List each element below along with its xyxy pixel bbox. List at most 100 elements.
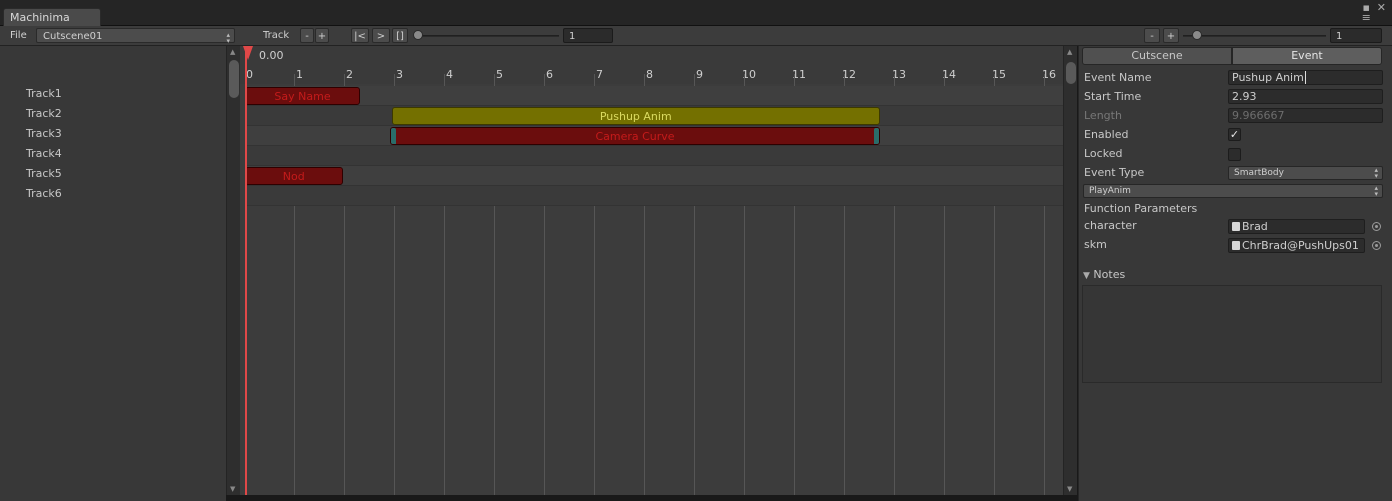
enabled-checkbox[interactable]: ✓ bbox=[1228, 128, 1241, 141]
clip-label: Camera Curve bbox=[595, 130, 675, 143]
timeline-track-row[interactable] bbox=[246, 146, 1063, 166]
notes-foldout[interactable]: ▼ Notes bbox=[1083, 268, 1125, 281]
timeline-track-row[interactable] bbox=[246, 86, 1063, 106]
event-type-label: Event Type bbox=[1084, 166, 1145, 179]
select-arrows-icon: ▴ ▾ bbox=[226, 31, 230, 45]
cutscene-select-value: Cutscene01 bbox=[43, 31, 103, 42]
select-arrows-icon: ▴ ▾ bbox=[1374, 166, 1378, 180]
select-arrows-icon: ▴ ▾ bbox=[1374, 184, 1378, 198]
tab-cutscene[interactable]: Cutscene bbox=[1082, 47, 1232, 65]
timeline-scrollbar[interactable]: ▲ ▼ bbox=[1063, 46, 1077, 495]
timeline[interactable]: 0 1 2 3 4 5 6 7 8 9 10 11 12 13 14 15 16 Say Name Pushup … bbox=[240, 46, 1063, 495]
timeline-event-clip[interactable]: Nod bbox=[245, 167, 343, 185]
asset-icon bbox=[1232, 241, 1240, 250]
skm-field[interactable]: ChrBrad@PushUps01 bbox=[1228, 238, 1365, 253]
window-titlebar: Machinima ▪ ≡ ✕ bbox=[0, 0, 1392, 26]
time-tick-label: 8 bbox=[646, 68, 653, 81]
event-name-value: Pushup Anim bbox=[1232, 71, 1304, 84]
notes-label: Notes bbox=[1093, 268, 1126, 281]
window-controls: ▪ ≡ ✕ bbox=[1362, 2, 1386, 23]
track-scrollbar[interactable]: ▲ ▼ bbox=[226, 46, 240, 495]
timeline-event-clip[interactable]: Pushup Anim bbox=[391, 107, 880, 125]
zoom-slider-knob[interactable] bbox=[1192, 30, 1202, 40]
function-select[interactable]: PlayAnim ▴ ▾ bbox=[1083, 184, 1383, 198]
scroll-up-icon[interactable]: ▲ bbox=[230, 48, 235, 56]
scroll-down-icon[interactable]: ▼ bbox=[1067, 485, 1072, 493]
speed-slider-knob[interactable] bbox=[413, 30, 423, 40]
locked-label: Locked bbox=[1084, 147, 1123, 160]
length-label: Length bbox=[1084, 109, 1122, 122]
timeline-scrollbar-thumb[interactable] bbox=[1066, 62, 1076, 84]
timeline-event-clip[interactable]: Camera Curve bbox=[390, 127, 880, 145]
time-tick-label: 6 bbox=[546, 68, 553, 81]
window-tab[interactable]: Machinima bbox=[3, 8, 101, 26]
stop-button[interactable]: [] bbox=[392, 28, 408, 43]
track-label[interactable]: Track1 bbox=[26, 87, 62, 100]
timeline-track-row[interactable] bbox=[246, 186, 1063, 206]
track-label[interactable]: Track3 bbox=[26, 127, 62, 140]
speed-slider[interactable] bbox=[414, 35, 559, 37]
file-menu[interactable]: File bbox=[10, 28, 27, 43]
time-tick-label: 2 bbox=[346, 68, 353, 81]
time-tick-label: 1 bbox=[296, 68, 303, 81]
start-time-label: Start Time bbox=[1084, 90, 1142, 103]
tab-event[interactable]: Event bbox=[1232, 47, 1382, 65]
track-label[interactable]: Track4 bbox=[26, 147, 62, 160]
event-type-select[interactable]: SmartBody ▴ ▾ bbox=[1228, 166, 1383, 180]
playhead[interactable] bbox=[245, 46, 247, 495]
track-scrollbar-thumb[interactable] bbox=[229, 60, 239, 98]
zoom-slider[interactable] bbox=[1183, 35, 1326, 37]
foldout-triangle-icon: ▼ bbox=[1083, 271, 1090, 281]
time-tick-label: 3 bbox=[396, 68, 403, 81]
close-icon[interactable]: ✕ bbox=[1377, 2, 1386, 23]
playhead-marker-icon[interactable] bbox=[243, 46, 253, 60]
clip-resize-handle[interactable] bbox=[391, 128, 396, 144]
scroll-up-icon[interactable]: ▲ bbox=[1067, 48, 1072, 56]
inspector-tabs: Cutscene Event bbox=[1082, 47, 1382, 65]
time-tick-label: 5 bbox=[496, 68, 503, 81]
clip-resize-handle[interactable] bbox=[874, 128, 879, 144]
text-cursor bbox=[1304, 71, 1306, 84]
track-label: Track bbox=[263, 30, 290, 41]
function-params-label: Function Parameters bbox=[1084, 202, 1198, 215]
time-tick-label: 4 bbox=[446, 68, 453, 81]
zoom-in-button[interactable]: + bbox=[1163, 28, 1179, 43]
remove-track-button[interactable]: - bbox=[300, 28, 314, 43]
timeline-event-clip[interactable]: Say Name bbox=[245, 87, 360, 105]
time-ruler[interactable]: 0 1 2 3 4 5 6 7 8 9 10 11 12 13 14 15 16 bbox=[240, 46, 1063, 84]
time-tick-label: 9 bbox=[696, 68, 703, 81]
length-field: 9.966667 bbox=[1228, 108, 1383, 123]
clip-label: Say Name bbox=[274, 90, 331, 103]
character-value: Brad bbox=[1242, 220, 1268, 233]
object-picker-icon[interactable] bbox=[1372, 222, 1381, 231]
function-value: PlayAnim bbox=[1089, 186, 1131, 196]
start-time-field[interactable]: 2.93 bbox=[1228, 89, 1383, 104]
panel-menu-icon[interactable]: ▪ ≡ bbox=[1362, 2, 1371, 23]
add-track-button[interactable]: + bbox=[315, 28, 329, 43]
play-button[interactable]: > bbox=[372, 28, 390, 43]
zoom-out-button[interactable]: - bbox=[1144, 28, 1160, 43]
zoom-value-field[interactable]: 1 bbox=[1330, 28, 1382, 43]
track-label[interactable]: Track2 bbox=[26, 107, 62, 120]
event-type-value: SmartBody bbox=[1234, 168, 1284, 178]
current-time-readout: 0.00 bbox=[259, 49, 284, 62]
character-field[interactable]: Brad bbox=[1228, 219, 1365, 234]
go-to-start-button[interactable]: |< bbox=[351, 28, 369, 43]
track-label[interactable]: Track6 bbox=[26, 187, 62, 200]
locked-checkbox[interactable] bbox=[1228, 148, 1241, 161]
event-name-field[interactable]: Pushup Anim bbox=[1228, 70, 1383, 85]
window-tab-title: Machinima bbox=[10, 11, 70, 24]
speed-value-field[interactable]: 1 bbox=[563, 28, 613, 43]
time-tick-label: 0 bbox=[246, 68, 253, 81]
event-name-label: Event Name bbox=[1084, 71, 1152, 84]
clip-label: Pushup Anim bbox=[599, 110, 672, 123]
object-picker-icon[interactable] bbox=[1372, 241, 1381, 250]
asset-icon bbox=[1232, 222, 1240, 231]
timeline-track-row[interactable] bbox=[246, 166, 1063, 186]
clip-label: Nod bbox=[282, 170, 305, 183]
track-label[interactable]: Track5 bbox=[26, 167, 62, 180]
cutscene-select[interactable]: Cutscene01 ▴ ▾ bbox=[36, 28, 235, 45]
scroll-down-icon[interactable]: ▼ bbox=[230, 485, 235, 493]
notes-textarea[interactable] bbox=[1082, 285, 1382, 383]
skm-label: skm bbox=[1084, 238, 1107, 251]
